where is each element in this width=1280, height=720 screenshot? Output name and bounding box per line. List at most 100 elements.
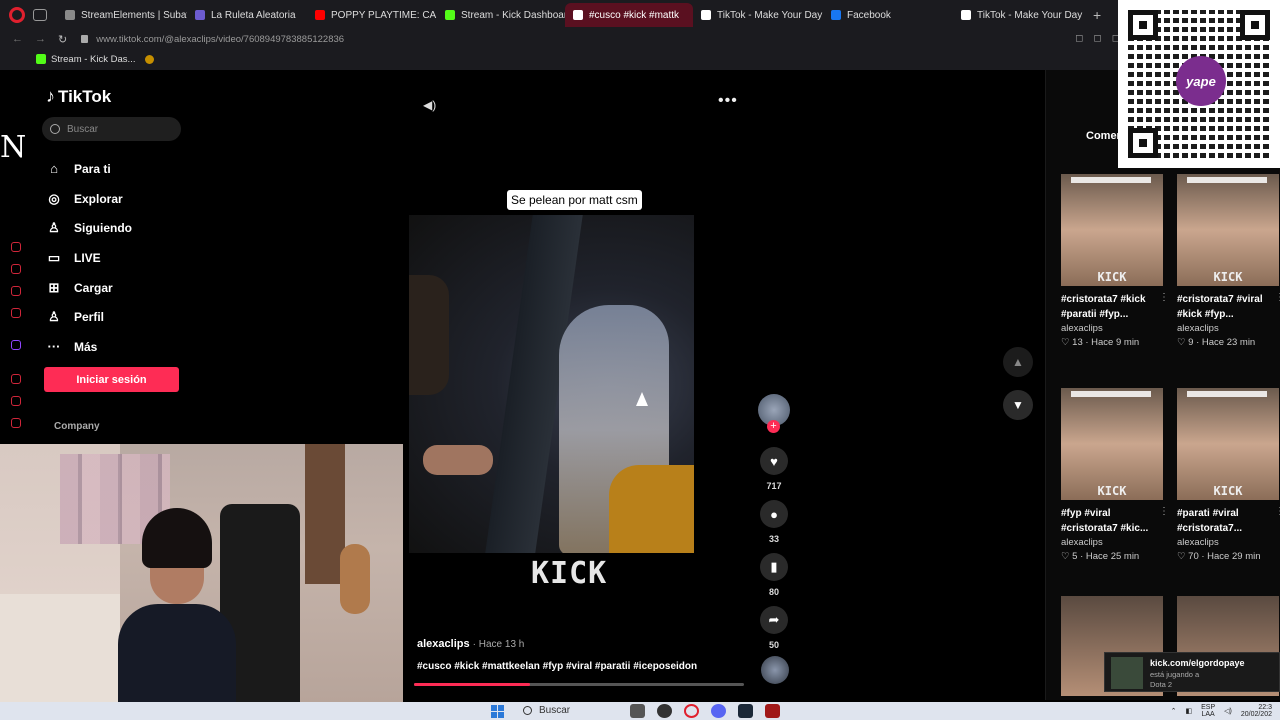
card-more-icon[interactable]: ⋮ <box>1159 506 1169 517</box>
like-button[interactable]: ♥ 717 <box>757 447 791 491</box>
browser-tab[interactable]: TikTok - Make Your Day <box>953 3 1083 27</box>
search-input[interactable]: Buscar <box>42 117 181 141</box>
tab-favicon-icon <box>573 10 583 20</box>
comment-button[interactable]: ● 33 <box>757 500 791 544</box>
browser-tab[interactable]: Facebook <box>823 3 953 27</box>
opera-logo-icon[interactable] <box>9 7 25 23</box>
sidebar-messenger-icon[interactable] <box>11 308 21 318</box>
home-icon: ⌂ <box>50 161 58 177</box>
share-count: 50 <box>768 640 779 650</box>
video-author[interactable]: alexaclips · Hace 13 h <box>417 638 524 650</box>
card-title[interactable]: #parati #viral #cristorata7... <box>1177 506 1279 536</box>
language-indicator[interactable]: ESP LAA <box>1201 704 1215 718</box>
nav-item[interactable]: ▭ LIVE <box>46 243 132 273</box>
back-arrow-icon[interactable]: ← <box>12 33 23 45</box>
next-video-button[interactable]: ▼ <box>1003 390 1033 420</box>
author-name[interactable]: alexaclips <box>417 638 470 650</box>
card-user[interactable]: alexaclips <box>1061 537 1163 548</box>
nav-item[interactable]: ♙ Siguiendo <box>46 213 132 243</box>
search-placeholder: Buscar <box>67 123 99 135</box>
tray-network-icon[interactable]: ◧ <box>1185 707 1192 715</box>
nav-item[interactable]: ♙ Perfil <box>46 302 132 332</box>
taskbar-steam-icon[interactable] <box>738 704 753 718</box>
compass-icon: ◎ <box>48 190 60 206</box>
share-button[interactable]: ➦ 50 <box>757 606 791 650</box>
url-field[interactable]: www.tiktok.com/@alexaclips/video/7608949… <box>96 34 344 45</box>
browser-tab[interactable]: La Ruleta Aleatoria <box>187 3 307 27</box>
reload-icon[interactable]: ↻ <box>58 33 67 46</box>
sidebar-clock-icon[interactable] <box>11 396 21 406</box>
browser-tab[interactable]: StreamElements | Subatho <box>57 3 187 27</box>
nav-item[interactable]: ⌂ Para ti <box>46 154 132 184</box>
card-title[interactable]: #cristorata7 #viral #kick #fyp... <box>1177 292 1279 322</box>
browser-tab[interactable]: TikTok - Make Your Day <box>693 3 823 27</box>
card-user[interactable]: alexaclips <box>1177 323 1279 334</box>
sidebar-aria-icon[interactable] <box>11 242 21 252</box>
taskbar-discord-icon[interactable] <box>711 704 726 718</box>
windows-start-icon[interactable] <box>491 705 504 718</box>
nav-item[interactable]: ··· Más <box>46 332 132 362</box>
taskbar-app-icon[interactable] <box>630 704 645 718</box>
card-user[interactable]: alexaclips <box>1061 323 1163 334</box>
volume-tray-icon[interactable]: ◁) <box>1224 707 1232 715</box>
video-thumbnail[interactable]: KICK <box>1177 174 1279 286</box>
browser-tab[interactable]: #cusco #kick #mattk <box>565 3 693 27</box>
video-thumbnail[interactable]: KICK <box>1177 388 1279 500</box>
video-card[interactable]: KICK #fyp #viral #cristorata7 #kic... alex… <box>1061 388 1169 562</box>
tab-label: TikTok - Make Your Day <box>717 9 823 21</box>
bookmark-dot-icon[interactable] <box>145 54 155 64</box>
browser-tab[interactable]: Stream - Kick Dashboard <box>437 3 565 27</box>
video-card[interactable]: KICK #parati #viral #cristorata7... alexac… <box>1177 388 1280 562</box>
sidebar-settings-icon[interactable] <box>11 418 21 428</box>
yape-logo: yape <box>1176 56 1226 106</box>
more-options-icon[interactable]: ••• <box>718 92 738 110</box>
clock[interactable]: 22:3 20/02/202 <box>1241 704 1272 718</box>
card-more-icon[interactable]: ⋮ <box>1159 292 1169 303</box>
toast-title: kick.com/elgordopaye <box>1150 658 1245 668</box>
card-more-icon[interactable]: ⋮ <box>1275 292 1280 303</box>
video-thumbnail[interactable]: KICK <box>1061 174 1163 286</box>
card-title[interactable]: #fyp #viral #cristorata7 #kic... <box>1061 506 1163 536</box>
taskbar-obs-icon[interactable] <box>657 704 672 718</box>
tiktok-logo[interactable]: ♪ TikTok <box>46 86 111 107</box>
previous-video-button[interactable]: ▲ <box>1003 347 1033 377</box>
login-button[interactable]: Iniciar sesión <box>44 367 179 392</box>
card-more-icon[interactable]: ⋮ <box>1275 506 1280 517</box>
sidebar-shop-icon[interactable] <box>11 264 21 274</box>
volume-icon[interactable]: ◀) <box>423 98 436 112</box>
music-disc-avatar[interactable] <box>761 656 789 684</box>
company-link[interactable]: Company <box>54 421 100 432</box>
sidebar-twitch-icon[interactable] <box>11 340 21 350</box>
toast-sub2: Dota 2 <box>1150 680 1173 689</box>
forward-arrow-icon[interactable]: → <box>35 33 46 45</box>
new-tab-button[interactable]: + <box>1093 7 1101 23</box>
nav-item[interactable]: ◎ Explorar <box>46 184 132 214</box>
tab-favicon-icon <box>195 10 205 20</box>
sidebar-history-icon[interactable] <box>11 374 21 384</box>
bookmark-kick[interactable]: Stream - Kick Das... <box>36 54 135 65</box>
save-button[interactable]: ▮ 80 <box>757 553 791 597</box>
notification-toast[interactable]: kick.com/elgordopaye está jugando a Dota… <box>1104 652 1280 692</box>
tab-label: Stream - Kick Dashboard <box>461 9 565 21</box>
card-user[interactable]: alexaclips <box>1177 537 1279 548</box>
card-title[interactable]: #cristorata7 #kick #paratii #fyp... <box>1061 292 1163 322</box>
nav-item[interactable]: ⊞ Cargar <box>46 273 132 303</box>
browser-tab[interactable]: POPPY PLAYTIME: CAPÍT <box>307 3 437 27</box>
video-card[interactable]: KICK #cristorata7 #kick #paratii #fyp... a… <box>1061 174 1169 348</box>
tray-chevron-icon[interactable]: ⌃ <box>1171 707 1177 715</box>
video-progress-bar[interactable] <box>414 683 744 686</box>
video-player[interactable] <box>409 215 694 553</box>
video-card[interactable]: KICK #cristorata7 #viral #kick #fyp... ale… <box>1177 174 1280 348</box>
sidebar-wallet-icon[interactable] <box>11 286 21 296</box>
video-thumbnail[interactable]: KICK <box>1061 388 1163 500</box>
taskbar-search[interactable]: Buscar <box>523 705 570 716</box>
thumb-watermark: KICK <box>1213 270 1243 284</box>
video-hashtags[interactable]: #cusco #kick #mattkeelan #fyp #viral #pa… <box>417 661 697 672</box>
follow-plus-icon[interactable]: + <box>767 420 780 433</box>
comment-count: 33 <box>768 534 779 544</box>
screenshot-icon[interactable]: ◻ <box>1093 33 1101 44</box>
bookmark-icon[interactable]: ◻ <box>1075 33 1083 44</box>
workspaces-icon[interactable] <box>33 9 47 21</box>
taskbar-opera-icon[interactable] <box>684 704 699 718</box>
taskbar-game-icon[interactable] <box>765 704 780 718</box>
